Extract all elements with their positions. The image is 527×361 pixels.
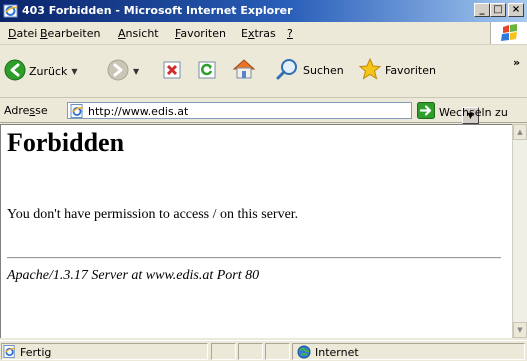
search-magnifier-icon: [276, 58, 300, 83]
status-pane-zone: Internet: [292, 343, 525, 360]
menu-bar: Datei Bearbeiten Ansicht Favoriten Extra…: [0, 22, 527, 45]
standard-toolbar: Zurück ▼ ▼ Suchen Favoriten: [0, 45, 527, 98]
window-title: 403 Forbidden - Microsoft Internet Explo…: [22, 4, 293, 17]
forward-arrow-icon: [107, 59, 129, 84]
refresh-button[interactable]: [198, 61, 216, 82]
home-icon: [232, 58, 256, 83]
page-ie-icon: [70, 104, 85, 118]
address-bar: Adresse http://www.edis.at ▼ Wechseln zu: [0, 98, 527, 124]
status-text: Fertig: [20, 346, 52, 359]
refresh-icon: [198, 61, 216, 82]
scroll-up-arrow-icon[interactable]: ▲: [513, 124, 527, 140]
status-pane-main: Fertig: [1, 343, 208, 360]
back-arrow-icon: [4, 59, 26, 84]
back-dropdown-arrow-icon[interactable]: ▼: [71, 67, 77, 76]
go-arrow-icon: [417, 102, 435, 122]
status-pane-4: [265, 343, 290, 360]
server-signature: Apache/1.3.17 Server at www.edis.at Port…: [7, 268, 260, 283]
page-ie-icon: [3, 345, 17, 361]
back-label: Zurück: [29, 65, 68, 78]
home-button[interactable]: [232, 58, 256, 83]
maximize-button[interactable]: □: [490, 3, 506, 17]
minimize-button[interactable]: _: [474, 3, 490, 17]
page-divider: [7, 257, 501, 259]
security-zone-text: Internet: [315, 346, 359, 359]
menu-favoriten[interactable]: Favoriten: [175, 27, 226, 40]
favorites-label: Favoriten: [385, 64, 436, 77]
scroll-down-arrow-icon[interactable]: ▼: [513, 322, 527, 338]
search-button[interactable]: Suchen: [276, 58, 344, 83]
toolbar-overflow-chevron-icon[interactable]: »: [513, 56, 520, 69]
internet-globe-icon: [297, 345, 311, 361]
close-button[interactable]: ×: [508, 3, 524, 17]
windows-flag-icon: [490, 22, 527, 44]
stop-icon: [163, 61, 181, 82]
favorites-star-icon: [358, 57, 382, 83]
address-label: Adresse: [4, 104, 48, 117]
go-button[interactable]: Wechseln zu: [417, 102, 508, 122]
status-bar: Fertig Internet: [0, 340, 527, 361]
menu-bearbeiten[interactable]: Bearbeiten: [40, 27, 100, 40]
go-label: Wechseln zu: [439, 105, 508, 119]
menu-extras[interactable]: Extras: [241, 27, 276, 40]
status-pane-3: [238, 343, 263, 360]
address-url: http://www.edis.at: [88, 105, 189, 118]
favorites-button[interactable]: Favoriten: [358, 57, 436, 83]
page-message: You don't have permission to access / on…: [7, 207, 299, 222]
menu-ansicht[interactable]: Ansicht: [118, 27, 159, 40]
title-bar[interactable]: 403 Forbidden - Microsoft Internet Explo…: [0, 0, 527, 22]
ie-logo-icon: [3, 3, 19, 19]
page-heading: Forbidden: [7, 128, 125, 157]
status-pane-2: [211, 343, 236, 360]
stop-button[interactable]: [163, 61, 181, 82]
address-input[interactable]: http://www.edis.at ▼: [67, 102, 479, 124]
vertical-scrollbar[interactable]: ▲ ▼: [512, 124, 527, 338]
forward-dropdown-arrow-icon[interactable]: ▼: [133, 67, 139, 76]
forward-button[interactable]: ▼: [107, 59, 139, 84]
menu-help[interactable]: ?: [287, 27, 293, 40]
back-button[interactable]: Zurück ▼: [4, 59, 78, 84]
browser-window: 403 Forbidden - Microsoft Internet Explo…: [0, 0, 527, 361]
page-content: Forbidden You don't have permission to a…: [0, 124, 512, 338]
menu-datei[interactable]: Datei: [8, 27, 37, 40]
search-label: Suchen: [303, 64, 344, 77]
